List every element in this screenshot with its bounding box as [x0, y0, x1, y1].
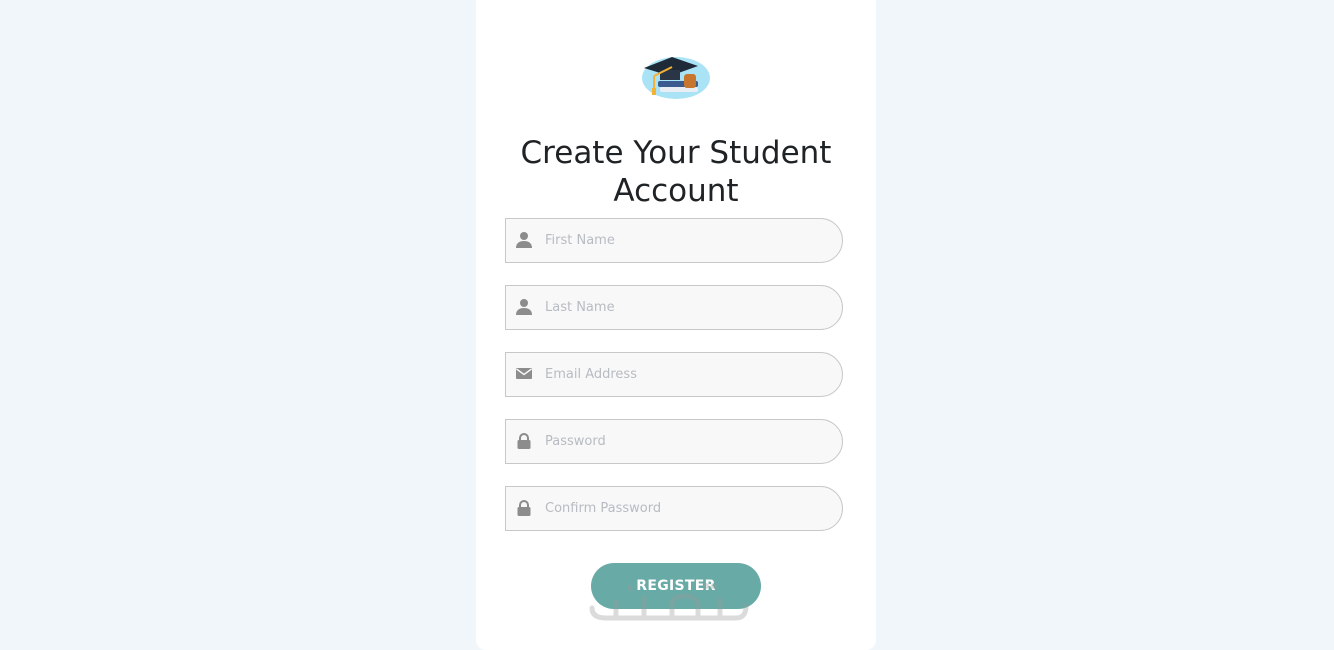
- lock-icon: [515, 432, 533, 450]
- lock-icon: [515, 499, 533, 517]
- email-field: [505, 352, 843, 397]
- last-name-field: [505, 285, 843, 330]
- password-field: [505, 419, 843, 464]
- first-name-field: [505, 218, 843, 263]
- user-icon: [515, 298, 533, 316]
- confirm-password-input[interactable]: [545, 487, 835, 530]
- last-name-input[interactable]: [545, 286, 835, 329]
- graduation-cap-logo: [638, 48, 714, 102]
- envelope-icon: [515, 365, 533, 383]
- confirm-password-field: [505, 486, 843, 531]
- user-icon: [515, 231, 533, 249]
- password-input[interactable]: [545, 420, 835, 463]
- page-title: Create Your Student Account: [520, 135, 832, 209]
- email-input[interactable]: [545, 353, 835, 396]
- register-button[interactable]: REGISTER: [591, 563, 761, 609]
- first-name-input[interactable]: [545, 219, 835, 262]
